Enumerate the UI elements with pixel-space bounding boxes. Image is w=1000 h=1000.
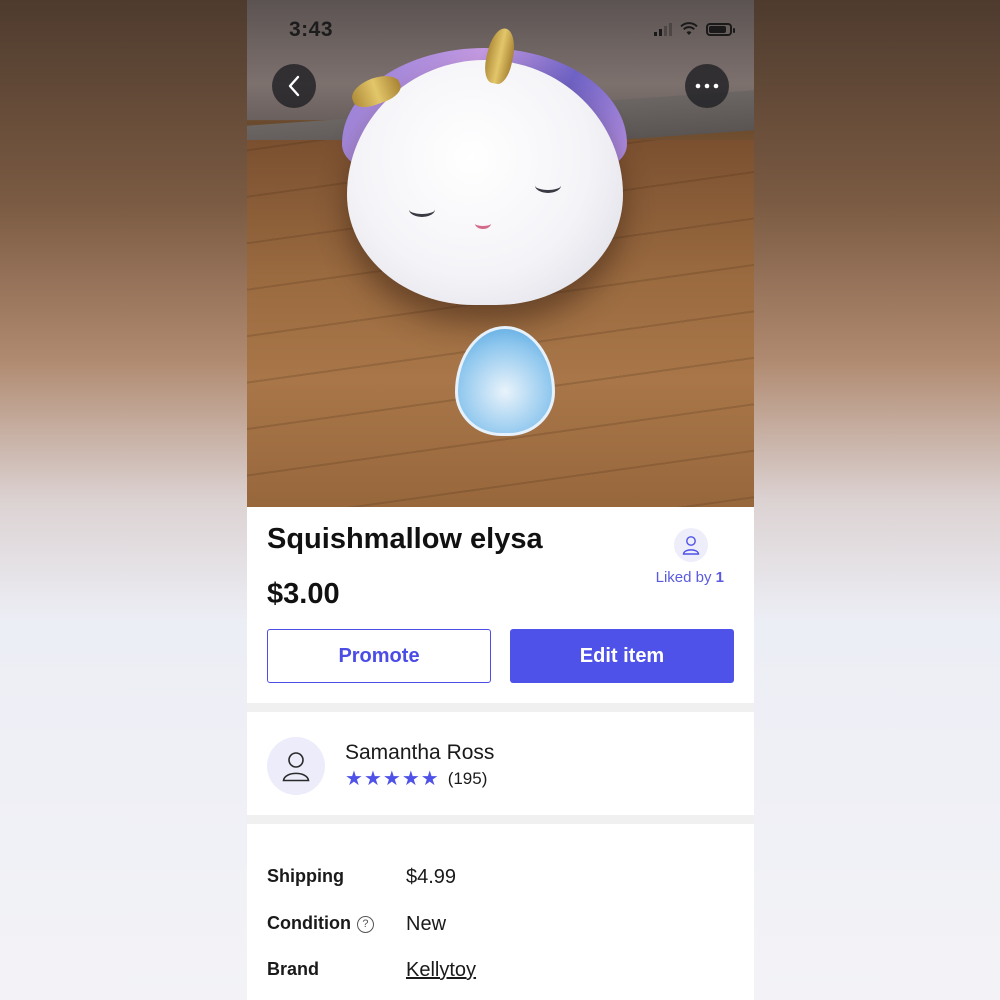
condition-label-row: Condition?	[267, 913, 374, 934]
plush-smile	[475, 218, 491, 229]
liked-by-link[interactable]: Liked by 1	[656, 569, 724, 586]
brand-label: Brand	[267, 959, 320, 979]
user-icon	[682, 536, 700, 555]
battery-icon	[706, 22, 735, 36]
star-icon: ★	[401, 768, 420, 790]
plush-eye	[409, 202, 435, 217]
seller-rating[interactable]: ★ ★ ★ ★ ★ (195)	[345, 769, 487, 789]
status-time: 3:43	[289, 18, 334, 41]
star-icon: ★	[345, 768, 363, 790]
background-right	[753, 0, 1000, 1000]
question-circle-icon[interactable]: ?	[356, 915, 374, 933]
seller-avatar[interactable]	[267, 737, 325, 795]
item-photo[interactable]	[247, 0, 754, 507]
seller-name[interactable]: Samantha Ross	[345, 741, 494, 765]
status-bar: 3:43	[247, 14, 754, 46]
condition-label: Condition	[267, 913, 351, 933]
star-icon: ★	[363, 768, 382, 790]
listing-price: $3.00	[267, 578, 340, 610]
chevron-left-icon	[288, 75, 300, 97]
phone-screen: 3:43 Squishmallow elysa $3.00 Liked by 1…	[247, 0, 754, 1000]
liked-by-label: Liked by	[655, 569, 712, 586]
liked-by-count: 1	[715, 569, 724, 586]
star-icon: ★	[382, 768, 401, 790]
condition-value: New	[406, 913, 447, 935]
background-left	[0, 0, 247, 1000]
signal-icon	[654, 22, 672, 36]
section-divider	[247, 703, 754, 712]
status-icons	[654, 22, 735, 36]
brand-link[interactable]: Kellytoy	[406, 959, 476, 982]
back-button[interactable]	[272, 64, 316, 108]
shipping-value: $4.99	[406, 866, 457, 888]
plush-eye	[535, 178, 561, 193]
review-count: (195)	[447, 769, 488, 788]
promote-button[interactable]: Promote	[267, 629, 491, 683]
wifi-icon	[680, 22, 698, 35]
more-options-button[interactable]	[685, 64, 729, 108]
star-icon: ★	[420, 768, 439, 790]
listing-title: Squishmallow elysa	[267, 523, 543, 555]
edit-item-button[interactable]: Edit item	[510, 629, 734, 683]
more-horizontal-icon	[695, 83, 719, 89]
section-divider	[247, 815, 754, 824]
liker-avatar[interactable]	[674, 528, 708, 562]
shipping-label: Shipping	[267, 866, 344, 886]
user-icon	[282, 752, 310, 782]
